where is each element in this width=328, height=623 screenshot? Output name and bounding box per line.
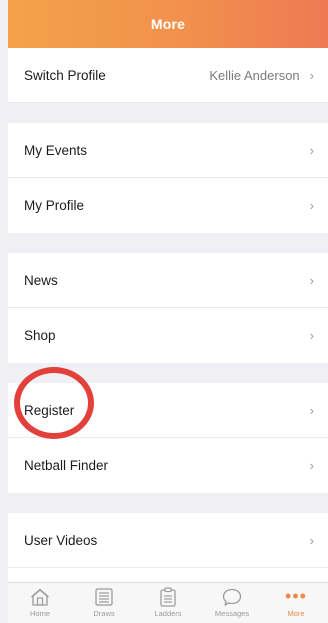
section-gap	[8, 493, 328, 513]
more-icon: •••	[285, 586, 307, 606]
bottom-tab-bar: Home Draws Ladders Messages ••• More	[8, 582, 328, 623]
home-icon	[31, 588, 49, 606]
shop-label: Shop	[24, 328, 56, 343]
section-gap	[8, 363, 328, 383]
section-gap	[8, 103, 328, 123]
page-title: More	[150, 16, 186, 32]
chevron-right-icon: ›	[309, 328, 314, 343]
messages-icon	[222, 588, 242, 606]
chevron-right-icon: ›	[309, 198, 314, 213]
tab-draws-label: Draws	[93, 609, 115, 618]
netball-finder-row[interactable]: Netball Finder ›	[8, 438, 328, 493]
header-bar: More	[8, 0, 328, 48]
my-events-label: My Events	[24, 142, 88, 158]
chevron-right-icon: ›	[309, 67, 314, 83]
menu-list: Switch Profile Kellie Anderson › My Even…	[8, 48, 328, 598]
tab-ladders[interactable]: Ladders	[140, 583, 196, 618]
ladders-icon	[160, 587, 176, 607]
tab-home-label: Home	[29, 609, 50, 618]
shop-row[interactable]: Shop ›	[8, 308, 328, 363]
switch-profile-row[interactable]: Switch Profile Kellie Anderson ›	[8, 48, 328, 103]
chevron-right-icon: ›	[309, 402, 314, 418]
my-events-row[interactable]: My Events ›	[8, 123, 328, 178]
chevron-right-icon: ›	[309, 142, 314, 158]
chevron-right-icon: ›	[309, 458, 314, 473]
section-gap	[8, 233, 328, 253]
register-label: Register	[24, 402, 75, 418]
current-profile-name: Kellie Anderson	[209, 67, 300, 83]
user-videos-label: User Videos	[24, 532, 98, 548]
switch-profile-label: Switch Profile	[24, 67, 106, 83]
tab-draws[interactable]: Draws	[76, 583, 132, 618]
my-profile-label: My Profile	[24, 198, 85, 213]
netball-finder-label: Netball Finder	[24, 458, 109, 473]
tab-more[interactable]: ••• More	[268, 583, 324, 618]
tab-messages[interactable]: Messages	[204, 583, 260, 618]
chevron-right-icon: ›	[309, 272, 314, 288]
user-videos-row[interactable]: User Videos ›	[8, 513, 328, 568]
tab-home[interactable]: Home	[12, 583, 68, 618]
news-label: News	[24, 272, 58, 288]
chevron-right-icon: ›	[309, 532, 314, 548]
tab-more-label: More	[287, 609, 305, 618]
tab-ladders-label: Ladders	[154, 609, 182, 618]
news-row[interactable]: News ›	[8, 253, 328, 308]
my-profile-row[interactable]: My Profile ›	[8, 178, 328, 233]
register-row[interactable]: Register ›	[8, 383, 328, 438]
tab-messages-label: Messages	[214, 609, 250, 618]
draws-icon	[95, 588, 113, 606]
